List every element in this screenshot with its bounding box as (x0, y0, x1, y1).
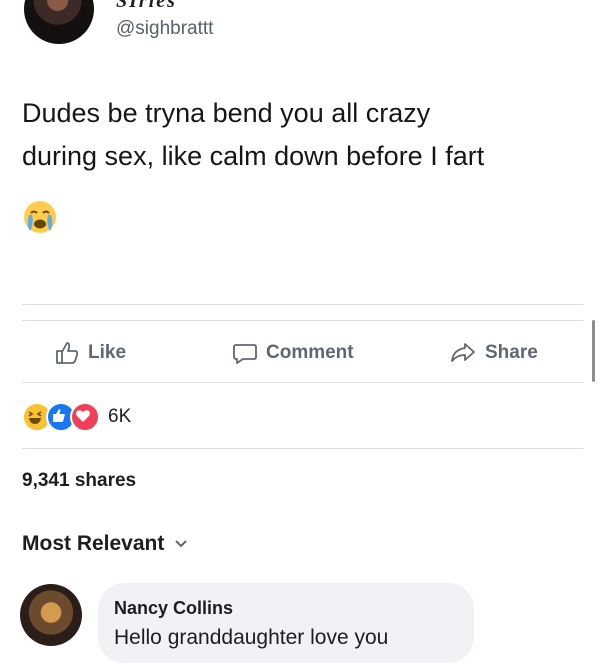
comment-sort-label: Most Relevant (22, 532, 165, 555)
reactions-summary[interactable]: 6K (22, 402, 131, 432)
chevron-down-icon (175, 540, 188, 548)
divider (22, 320, 584, 321)
comment-text: Hello granddaughter love you (114, 626, 389, 649)
commenter-avatar[interactable] (20, 584, 82, 646)
reaction-count: 6K (108, 406, 132, 427)
like-button[interactable]: Like (54, 330, 126, 376)
tweet-text: Dudes be tryna bend you all crazy during… (22, 92, 582, 178)
comment-label: Comment (266, 342, 354, 363)
commenter-name[interactable]: Nancy Collins (114, 598, 233, 619)
comment-sort-dropdown[interactable]: Most Relevant (22, 532, 188, 556)
share-label: Share (485, 342, 538, 363)
divider (22, 382, 584, 383)
divider (22, 304, 584, 305)
share-count[interactable]: 9,341 shares (22, 470, 136, 492)
crying-face-icon (24, 201, 56, 233)
like-label: Like (88, 342, 127, 363)
share-button[interactable]: Share (449, 330, 538, 376)
scrollbar[interactable] (592, 320, 595, 382)
author-name: SIrles (116, 0, 177, 12)
tweet-text-line-1: Dudes be tryna bend you all crazy (22, 98, 431, 128)
love-reaction-icon (70, 402, 100, 432)
comment-bubble (98, 583, 474, 663)
comment-icon (233, 344, 257, 364)
divider (22, 448, 584, 449)
thumbs-up-icon (56, 342, 79, 364)
tweet-text-line-2: during sex, like calm down before I fart (22, 141, 485, 171)
post-actions-bar: Like Comment Share (22, 330, 584, 376)
share-arrow-icon (451, 343, 475, 362)
author-handle: @sighbrattt (116, 18, 214, 39)
comment-button[interactable]: Comment (232, 330, 354, 376)
